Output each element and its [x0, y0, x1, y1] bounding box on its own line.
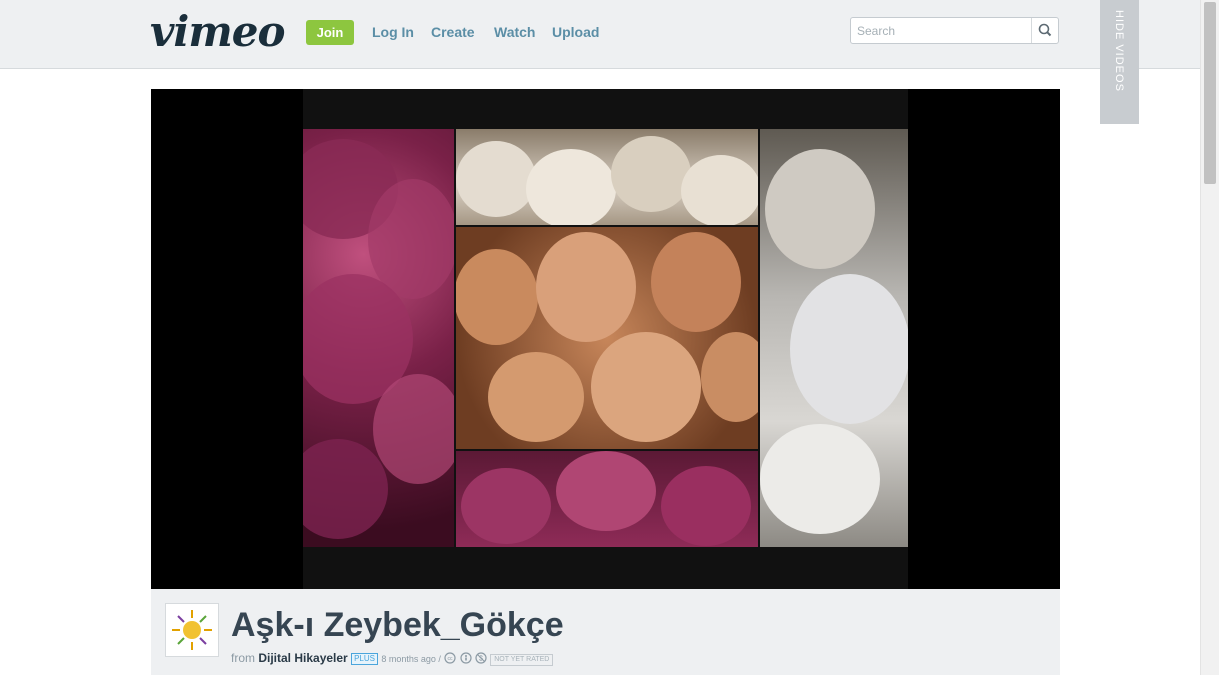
join-button[interactable]: Join	[306, 20, 354, 45]
video-tile-red-onions-bottom	[456, 451, 758, 547]
hide-videos-label: HIDE VIDEOS	[1113, 10, 1125, 92]
creative-commons-icon[interactable]: cc	[444, 652, 456, 664]
search-input[interactable]	[851, 18, 1031, 43]
video-tile-red-onions-left	[303, 129, 454, 547]
video-frame	[303, 89, 908, 589]
author-link[interactable]: Dijital Hikayeler	[258, 651, 347, 665]
nav-upload-link[interactable]: Upload	[552, 24, 599, 40]
attribution-icon[interactable]	[459, 652, 472, 664]
plus-badge: PLUS	[351, 653, 378, 665]
search-box	[850, 17, 1059, 44]
video-tile-white-onions-top	[456, 129, 758, 225]
nav-create-link[interactable]: Create	[431, 24, 475, 40]
vimeo-logo[interactable]: vimeo	[150, 6, 286, 58]
video-tile-yellow-onions-center	[456, 227, 758, 449]
video-info-bar: Aşk-ı Zeybek_Gökçe from Dijital Hikayele…	[151, 589, 1060, 675]
svg-text:cc: cc	[448, 656, 454, 662]
search-button[interactable]	[1031, 18, 1058, 43]
page-scrollbar[interactable]	[1200, 0, 1219, 675]
video-tile-garlic-right	[760, 129, 908, 547]
noncommercial-icon[interactable]: $	[475, 652, 487, 664]
nav-watch-link[interactable]: Watch	[494, 24, 535, 40]
channel-avatar[interactable]	[165, 603, 219, 657]
sun-logo-icon	[172, 610, 212, 650]
hide-videos-tab[interactable]: HIDE VIDEOS	[1100, 0, 1139, 124]
rating-badge[interactable]: NOT YET RATED	[490, 654, 554, 666]
scrollbar-thumb[interactable]	[1204, 2, 1216, 184]
video-player[interactable]	[151, 89, 1060, 589]
video-byline: from Dijital Hikayeler PLUS 8 months ago…	[231, 651, 554, 666]
top-navigation-bar: vimeo Join Log In Create Watch Upload	[0, 0, 1200, 69]
search-icon	[1038, 23, 1052, 37]
upload-age: 8 months ago /	[381, 654, 441, 664]
video-title: Aşk-ı Zeybek_Gökçe	[231, 606, 564, 644]
from-label: from	[231, 651, 255, 665]
nav-login-link[interactable]: Log In	[372, 24, 414, 40]
